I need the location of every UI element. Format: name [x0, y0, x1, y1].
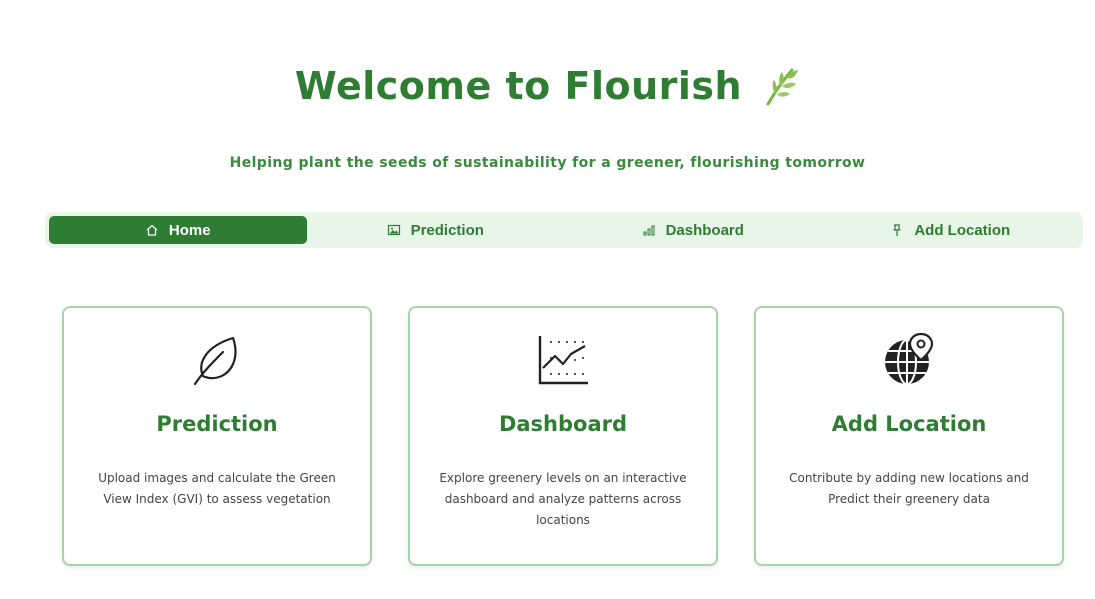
page-header: Welcome to Flourish — [0, 64, 1095, 108]
image-icon — [387, 224, 400, 236]
nav-tabs: Home Prediction Dashboard Add Location — [45, 212, 1083, 248]
page-title: Welcome to Flourish — [295, 64, 800, 108]
leaf-icon — [193, 336, 237, 386]
card-dashboard[interactable]: Dashboard Explore greenery levels on an … — [408, 306, 718, 566]
card-prediction[interactable]: Prediction Upload images and calculate t… — [62, 306, 372, 566]
tab-prediction[interactable]: Prediction — [307, 216, 565, 244]
tab-add-location-label: Add Location — [914, 221, 1011, 239]
pin-icon — [893, 224, 901, 236]
tab-home-label: Home — [168, 221, 211, 239]
chart-icon — [538, 336, 588, 385]
tab-prediction-label: Prediction — [410, 221, 484, 239]
bar-chart-icon — [643, 225, 655, 236]
tab-dashboard-label: Dashboard — [665, 221, 744, 239]
globe-pin-icon — [885, 332, 934, 385]
tab-add-location[interactable]: Add Location — [822, 216, 1080, 244]
page-title-text: Welcome to Flourish — [294, 64, 743, 108]
feature-cards: Prediction Upload images and calculate t… — [62, 306, 1066, 568]
card-prediction-description: Upload images and calculate the Green Vi… — [98, 471, 336, 506]
card-dashboard-title: Dashboard — [498, 412, 628, 436]
card-dashboard-description: Explore greenery levels on an interactiv… — [439, 471, 687, 527]
card-add-location[interactable]: Add Location Contribute by adding new lo… — [754, 306, 1064, 566]
page-subtitle: Helping plant the seeds of sustainabilit… — [229, 155, 866, 171]
card-add-location-description: Contribute by adding new locations and P… — [789, 471, 1029, 506]
tab-home[interactable]: Home — [49, 216, 307, 244]
tab-dashboard[interactable]: Dashboard — [564, 216, 822, 244]
sprig-icon — [766, 68, 799, 106]
card-add-location-title: Add Location — [831, 412, 987, 436]
card-prediction-title: Prediction — [156, 412, 278, 436]
home-icon — [146, 224, 158, 236]
